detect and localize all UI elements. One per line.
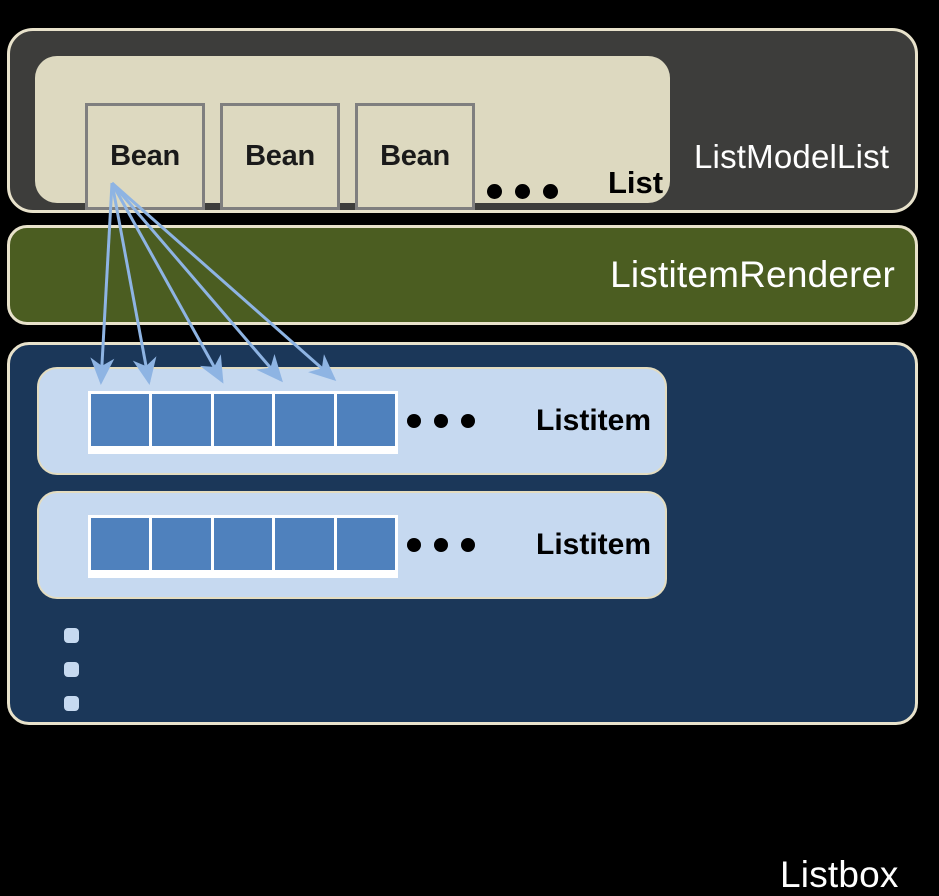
list-container: Bean Bean Bean List — [35, 56, 670, 210]
listitem-label: Listitem — [536, 528, 652, 561]
listitem-cell — [275, 394, 334, 446]
ellipsis-dot — [434, 414, 448, 428]
listitem-row: Listitem — [37, 491, 667, 599]
listitem-cells-frame — [88, 515, 398, 578]
bean-box: Bean — [220, 103, 340, 210]
list-label: List — [608, 165, 664, 200]
listitem-cell — [275, 518, 334, 570]
ellipsis-dot — [407, 414, 421, 428]
listbox-title: Listbox — [780, 854, 899, 895]
listitem-label: Listitem — [536, 404, 652, 437]
diagram-canvas: Bean Bean Bean List ListModelList Listit… — [0, 0, 939, 895]
listitem-cell — [152, 518, 211, 570]
listitem-renderer-title: ListitemRenderer — [610, 254, 895, 295]
bean-label: Bean — [380, 140, 450, 172]
listitem-renderer-panel: ListitemRenderer — [7, 225, 918, 325]
listitem-cell — [336, 518, 396, 570]
ellipsis-dot — [64, 628, 79, 643]
ellipsis-dot — [543, 184, 558, 199]
ellipsis-dot — [461, 538, 475, 552]
ellipsis-dot — [407, 538, 421, 552]
listitem-cell — [213, 518, 273, 570]
ellipsis-dot — [515, 184, 530, 199]
listitem-cell — [336, 394, 396, 446]
list-model-list-panel: Bean Bean Bean List ListModelList — [7, 28, 918, 213]
bean-box: Bean — [355, 103, 475, 210]
bean-label: Bean — [110, 140, 180, 172]
ellipsis-dot — [434, 538, 448, 552]
listitem-cell-ellipsis-icon — [407, 538, 475, 552]
listitem-row: Listitem — [37, 367, 667, 475]
listitem-cell — [91, 518, 150, 570]
listitem-cell — [213, 394, 273, 446]
more-rows-ellipsis-icon — [64, 628, 79, 730]
listitem-cells-frame — [88, 391, 398, 454]
ellipsis-dot — [64, 662, 79, 677]
listitem-cell — [91, 394, 150, 446]
listitem-cell — [152, 394, 211, 446]
ellipsis-dot — [461, 414, 475, 428]
bean-ellipsis-icon — [487, 184, 558, 199]
ellipsis-dot — [64, 696, 79, 711]
listbox-panel: Listitem Listitem Listbox — [7, 342, 918, 895]
bean-label: Bean — [245, 140, 315, 172]
ellipsis-dot — [487, 184, 502, 199]
listitem-cell-ellipsis-icon — [407, 414, 475, 428]
list-model-list-title: ListModelList — [694, 138, 890, 175]
bean-box: Bean — [85, 103, 205, 210]
